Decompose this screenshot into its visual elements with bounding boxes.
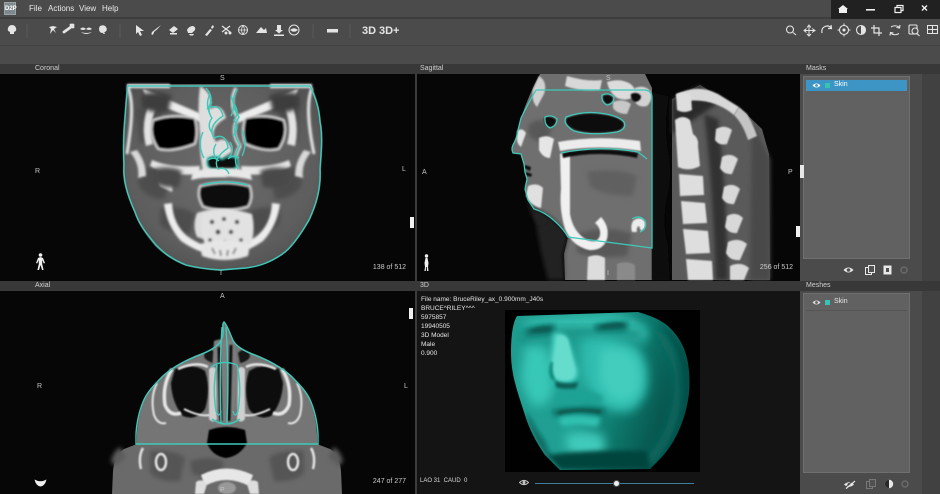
svg-text:3D: 3D	[362, 25, 376, 37]
svg-text:3D+: 3D+	[379, 25, 400, 37]
